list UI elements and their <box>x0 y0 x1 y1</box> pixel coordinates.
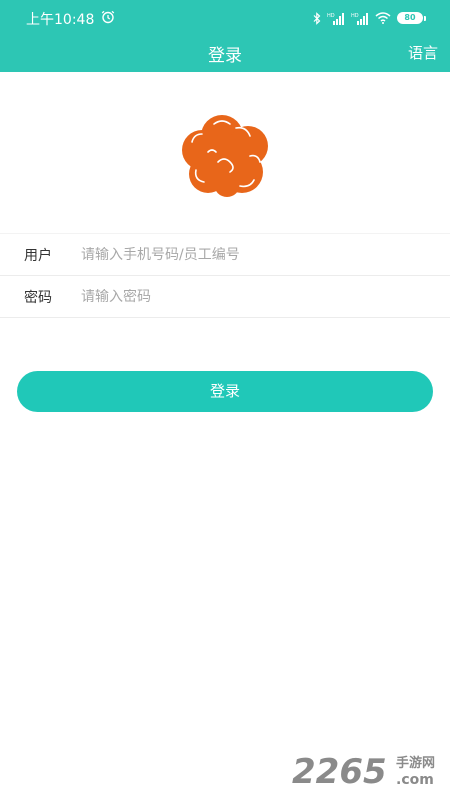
battery-level: 80 <box>397 12 423 24</box>
login-button[interactable]: 登录 <box>17 371 433 412</box>
svg-text:HD: HD <box>351 13 359 19</box>
wifi-icon <box>375 12 391 24</box>
svg-text:HD: HD <box>327 13 335 19</box>
bluetooth-icon <box>313 11 321 25</box>
language-button[interactable]: 语言 <box>408 42 438 63</box>
password-row: 密码 <box>0 276 450 318</box>
alarm-icon <box>101 10 115 24</box>
watermark-suffix-bottom: .com <box>396 772 434 788</box>
header-bar: 上午10:48 HD HD 80 登录 语言 <box>0 0 450 72</box>
cloud-logo-icon <box>182 115 268 197</box>
username-input[interactable] <box>81 246 421 263</box>
watermark-digits: 2265 <box>292 752 387 790</box>
watermark-logo: 2265 手游网 .com <box>292 752 435 790</box>
signal-hd-icon: HD <box>351 12 368 25</box>
status-bar: 上午10:48 HD HD 80 <box>0 0 450 36</box>
watermark-suffix-top: 手游网 <box>396 755 435 771</box>
page-title: 登录 <box>208 46 242 66</box>
battery-icon: 80 <box>397 12 426 24</box>
status-icons: HD HD 80 <box>313 10 426 26</box>
username-row: 用户 <box>0 234 450 276</box>
password-label: 密码 <box>24 289 52 306</box>
username-label: 用户 <box>24 247 52 264</box>
status-time: 上午10:48 <box>26 12 95 28</box>
password-input[interactable] <box>81 288 421 305</box>
signal-hd-icon: HD <box>327 12 344 25</box>
